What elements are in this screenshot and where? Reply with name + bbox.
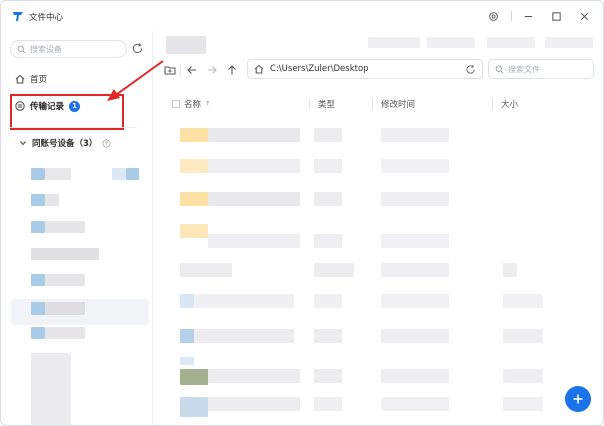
file-center-window: 文件中心 搜索设备 首页 传输记录 1 同账号设备（3） ? C:\Users\… <box>0 0 604 426</box>
annotation-arrow <box>107 60 164 101</box>
